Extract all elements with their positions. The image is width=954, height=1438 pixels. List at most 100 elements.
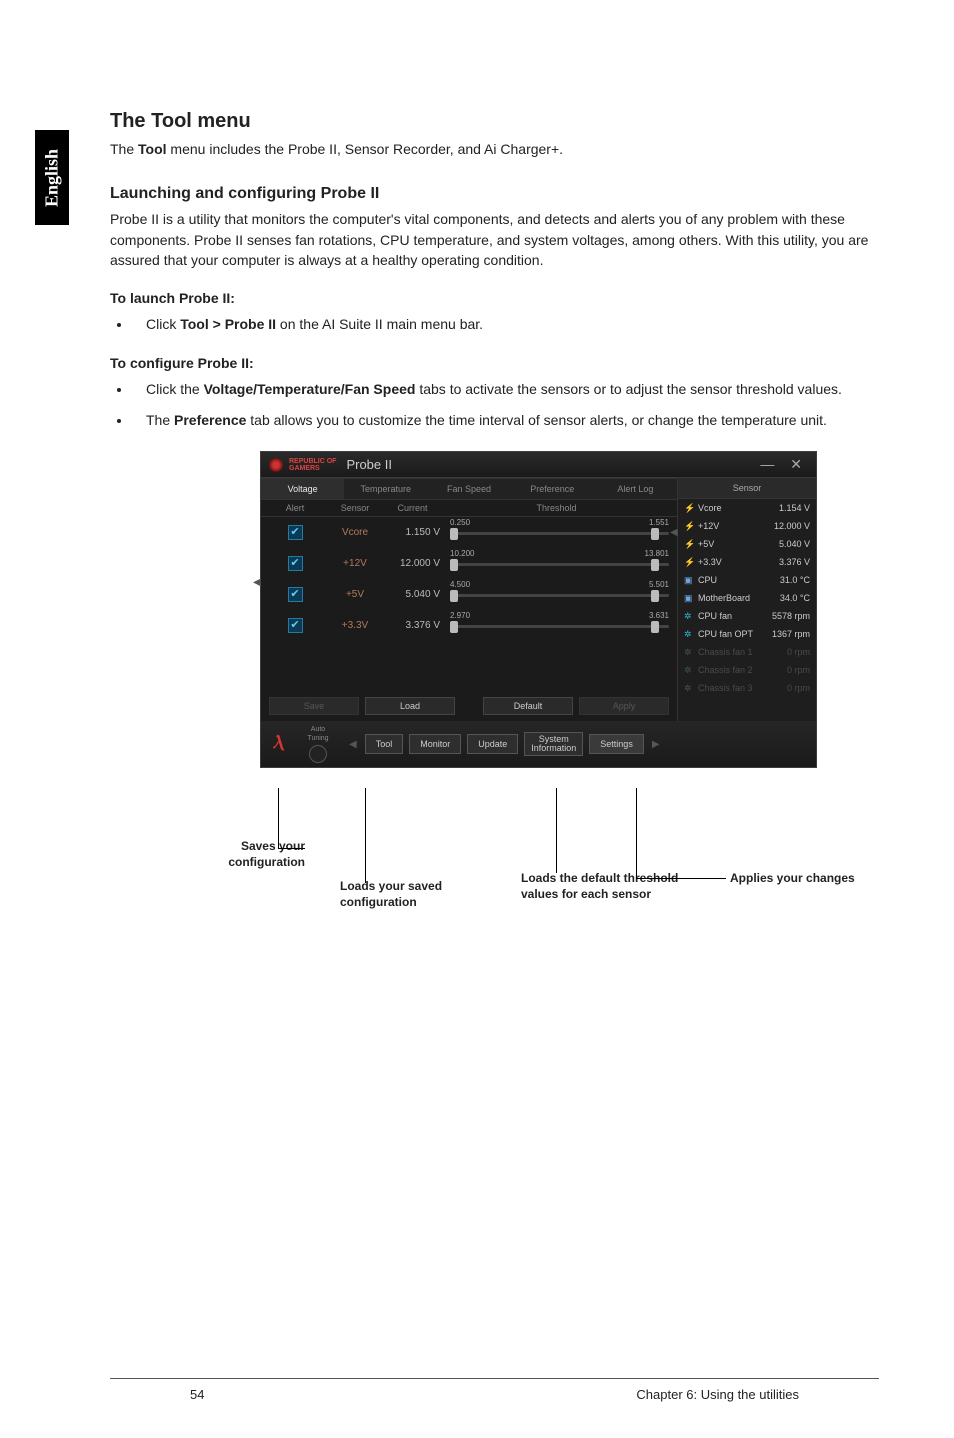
close-icon[interactable]: ✕ — [790, 456, 808, 472]
probe-window: REPUBLIC OF GAMERS Probe II — ✕ Voltage … — [260, 451, 817, 768]
slider-handle-low[interactable] — [450, 621, 458, 633]
leader-line — [636, 788, 637, 878]
leader-line — [556, 788, 557, 873]
tab-voltage[interactable]: Voltage — [261, 478, 344, 499]
language-tab: English — [35, 130, 69, 225]
alert-checkbox[interactable]: ✔ — [288, 618, 303, 633]
slider-handle-low[interactable] — [450, 528, 458, 540]
config-step-1: Click the Voltage/Temperature/Fan Speed … — [132, 379, 874, 400]
sensor-name: Vcore — [698, 503, 779, 513]
minimize-icon[interactable]: — — [760, 456, 780, 472]
tab-preference[interactable]: Preference — [511, 478, 594, 499]
launch-heading: To launch Probe II: — [110, 290, 874, 306]
default-button[interactable]: Default — [483, 697, 573, 715]
load-button[interactable]: Load — [365, 697, 455, 715]
threshold-slider[interactable] — [450, 563, 669, 566]
text-bold: Tool > Probe II — [180, 316, 276, 332]
sensor-name: CPU — [698, 575, 780, 585]
chapter-label: Chapter 6: Using the utilities — [636, 1387, 799, 1402]
callout-load: Loads your saved configuration — [340, 879, 500, 910]
slider-handle-low[interactable] — [450, 590, 458, 602]
sensor-row: ⚡ +3.3V3.376 V — [678, 553, 816, 571]
sensor-current: 5.040 V — [385, 589, 446, 600]
text: Auto — [295, 725, 341, 734]
apply-button[interactable]: Apply — [579, 697, 669, 715]
threshold-slider[interactable] — [450, 594, 669, 597]
sensor-value: 31.0 °C — [780, 575, 810, 585]
alert-checkbox[interactable]: ✔ — [288, 525, 303, 540]
sensor-row: ✲Chassis fan 20 rpm — [678, 661, 816, 679]
tab-temperature[interactable]: Temperature — [344, 478, 427, 499]
slider-handle-high[interactable] — [651, 559, 659, 571]
nav-left-icon[interactable]: ◀ — [347, 739, 359, 750]
app-title: Probe II — [346, 457, 392, 472]
bottom-toolbar: Ⲗ Auto Tuning ◀ Tool Monitor Update Syst… — [261, 721, 816, 767]
threshold-slider[interactable] — [450, 625, 669, 628]
col-current: Current — [385, 503, 440, 513]
tab-fan-speed[interactable]: Fan Speed — [427, 478, 510, 499]
threshold-high: 5.501 — [649, 580, 669, 589]
sensor-row: ▣MotherBoard34.0 °C — [678, 589, 816, 607]
threshold-high: 13.801 — [645, 549, 669, 558]
col-alert: Alert — [265, 503, 325, 513]
sensor-row: ✲Chassis fan 30 rpm — [678, 679, 816, 697]
text: on the AI Suite II main menu bar. — [276, 316, 483, 332]
alert-checkbox[interactable]: ✔ — [288, 587, 303, 602]
fan-dim-icon: ✲ — [684, 683, 694, 693]
tool-menu-button[interactable]: Tool — [365, 734, 404, 754]
text: The — [146, 412, 174, 428]
nav-right-icon[interactable]: ▶ — [650, 739, 662, 750]
save-button[interactable]: Save — [269, 697, 359, 715]
sensor-name: CPU fan — [698, 611, 772, 621]
col-sensor: Sensor — [325, 503, 385, 513]
text: menu includes the Probe II, Sensor Recor… — [167, 141, 564, 157]
table-header: Alert Sensor Current Threshold — [261, 500, 677, 517]
bolt-icon: ⚡ — [684, 557, 694, 567]
tab-alert-log[interactable]: Alert Log — [594, 478, 677, 499]
chip-icon: ▣ — [684, 593, 694, 603]
callout-apply: Applies your changes — [730, 871, 930, 887]
text-bold: Tool — [138, 141, 167, 157]
config-step-2: The Preference tab allows you to customi… — [132, 410, 874, 431]
sensor-current: 12.000 V — [385, 558, 446, 569]
sensor-value: 0 rpm — [787, 647, 810, 657]
fan-icon: ✲ — [684, 629, 694, 639]
threshold-low: 10.200 — [450, 549, 474, 558]
title-bar: REPUBLIC OF GAMERS Probe II — ✕ — [261, 452, 816, 478]
system-info-button[interactable]: System Information — [524, 732, 583, 756]
slider-handle-high[interactable] — [651, 590, 659, 602]
sensor-row: ✲CPU fan5578 rpm — [678, 607, 816, 625]
probe-description: Probe II is a utility that monitors the … — [110, 209, 874, 270]
threshold-low: 4.500 — [450, 580, 470, 589]
text: Click — [146, 316, 180, 332]
table-row: ✔ +5V 5.040 V 4.500 5.501 — [261, 579, 677, 610]
heading-launch-config: Launching and configuring Probe II — [110, 185, 874, 203]
scroll-left-icon[interactable]: ◀ — [668, 527, 680, 538]
slider-handle-high[interactable] — [651, 621, 659, 633]
leader-line — [278, 788, 279, 848]
fan-dim-icon: ✲ — [684, 647, 694, 657]
slider-handle-low[interactable] — [450, 559, 458, 571]
table-row: ✔ Vcore 1.150 V 0.250 1.551 — [261, 517, 677, 548]
brand-text: REPUBLIC OF GAMERS — [289, 458, 336, 472]
bolt-icon: ⚡ — [684, 521, 694, 531]
monitor-menu-button[interactable]: Monitor — [409, 734, 461, 754]
leader-line — [278, 848, 305, 849]
fan-icon: ✲ — [684, 611, 694, 621]
sensor-name: Chassis fan 3 — [698, 683, 787, 693]
update-menu-button[interactable]: Update — [467, 734, 518, 754]
slider-handle-high[interactable] — [651, 528, 659, 540]
leader-line — [365, 788, 366, 883]
auto-tuning-button[interactable]: Auto Tuning — [295, 725, 341, 763]
sensor-value: 3.376 V — [779, 557, 810, 567]
threshold-slider[interactable] — [450, 532, 669, 535]
threshold-low: 0.250 — [450, 518, 470, 527]
alert-checkbox[interactable]: ✔ — [288, 556, 303, 571]
sensor-name: Chassis fan 1 — [698, 647, 787, 657]
sensor-name: +3.3V — [698, 557, 779, 567]
callout-save: Saves your configuration — [185, 839, 305, 870]
scroll-left-icon[interactable]: ◀ — [251, 577, 263, 588]
settings-button[interactable]: Settings — [589, 734, 644, 754]
sensor-row: ⚡Vcore1.154 V — [678, 499, 816, 517]
text: tabs to activate the sensors or to adjus… — [415, 381, 841, 397]
